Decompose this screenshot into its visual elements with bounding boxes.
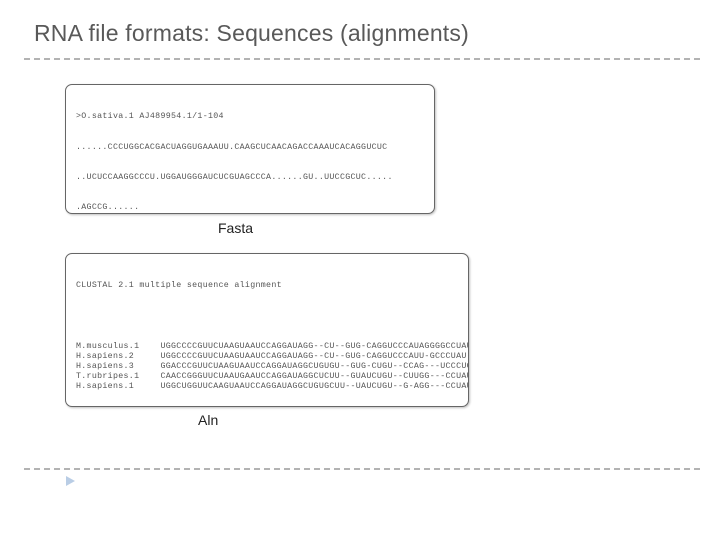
fasta-line: ..UCUCCAAGGCCCU.UGGAUGGGAUCUCGUAGCCCA...… xyxy=(76,173,424,183)
fasta-line: ......CCCUGGCACGACUAGGUGAAAUU.CAAGCUCAAC… xyxy=(76,143,424,153)
aln-row: H.sapiens.1 UGGCUGGUUCAAGUAAUCCAGGAUAGGC… xyxy=(76,382,458,392)
aln-box: CLUSTAL 2.1 multiple sequence alignment … xyxy=(65,253,469,407)
aln-row: T.rubripes.1 CAACCGGGUUCUAAUGAAUCCAGGAUA… xyxy=(76,372,458,382)
aln-header: CLUSTAL 2.1 multiple sequence alignment xyxy=(76,281,458,291)
aln-row: H.sapiens.2 UGGCCCCGUUCUAAGUAAUCCAGGAUAG… xyxy=(76,352,458,362)
fasta-line: >O.sativa.1 AJ489954.1/1-104 xyxy=(76,112,424,122)
divider-top xyxy=(24,58,700,60)
bullet-marker-icon xyxy=(66,476,75,486)
aln-row: H.sapiens.3 GGACCCGUUCUAAGUAAUCCAGGAUAGG… xyxy=(76,362,458,372)
page-title: RNA file formats: Sequences (alignments) xyxy=(34,20,700,47)
aln-caption: Aln xyxy=(198,412,218,428)
fasta-line: .AGCCG...... xyxy=(76,203,424,213)
aln-row: M.musculus.1 UGGCCCCGUUCUAAGUAAUCCAGGAUA… xyxy=(76,342,458,352)
divider-bottom xyxy=(24,468,700,470)
fasta-box: >O.sativa.1 AJ489954.1/1-104 ......CCCUG… xyxy=(65,84,435,214)
fasta-caption: Fasta xyxy=(218,220,253,236)
